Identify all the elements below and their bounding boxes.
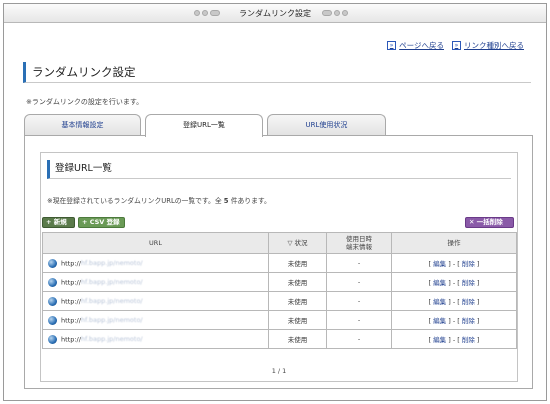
- pagination: 1 / 1: [271, 367, 287, 375]
- url-rest: hf.bapp.jp/nemoto/: [80, 259, 143, 267]
- url-cell: http://hf.bapp.jp/nemoto/: [42, 253, 269, 273]
- url-rest: hf.bapp.jp/nemoto/: [80, 297, 143, 305]
- section-description: ※現在登録されているランダムリンクURLの一覧です。全 5 件あります。: [47, 195, 271, 205]
- url-prefix: http://: [61, 278, 81, 286]
- url-cell: http://hf.bapp.jp/nemoto/: [42, 291, 269, 311]
- used-cell: -: [326, 329, 392, 349]
- double-arrow-icon: »: [452, 41, 461, 50]
- page-description: ※ランダムリンクの設定を行います。: [26, 98, 144, 106]
- tab-panel: 登録URL一覧 ※現在登録されているランダムリンクURLの一覧です。全 5 件あ…: [24, 135, 533, 389]
- url-cell: http://hf.bapp.jp/nemoto/: [42, 310, 269, 330]
- page-title: ランダムリンク設定: [23, 62, 531, 83]
- edit-link[interactable]: 編集: [433, 279, 446, 287]
- table-row: http://hf.bapp.jp/nemoto/未使用 -[ 編集 ] - [ …: [42, 291, 517, 311]
- ops-cell: [ 編集 ] - [ 削除 ]: [391, 291, 517, 311]
- csv-register-button[interactable]: + CSV 登録: [78, 217, 125, 228]
- delete-all-button[interactable]: ✕ 一括削除: [465, 217, 514, 228]
- tab-basic-settings[interactable]: 基本情報設定: [24, 114, 141, 136]
- globe-icon: [48, 258, 57, 268]
- delete-link[interactable]: 削除: [462, 317, 475, 325]
- delete-link[interactable]: 削除: [462, 298, 475, 306]
- top-links: » ページへ戻る » リンク種別へ戻る: [387, 40, 524, 51]
- delete-link[interactable]: 削除: [462, 260, 475, 268]
- status-cell: 未使用: [268, 310, 327, 330]
- url-prefix: http://: [61, 335, 81, 343]
- table-row: http://hf.bapp.jp/nemoto/未使用 -[ 編集 ] - [ …: [42, 253, 517, 273]
- used-cell: -: [326, 253, 392, 273]
- dot-icon: [322, 10, 332, 16]
- back-to-page-label: ページへ戻る: [399, 41, 444, 50]
- ops-cell: [ 編集 ] - [ 削除 ]: [391, 253, 517, 273]
- url-count: 5: [223, 197, 229, 205]
- header-status-sort[interactable]: ▽ 状況: [268, 232, 327, 254]
- status-cell: 未使用: [268, 329, 327, 349]
- header-used-line1: 使用日時: [346, 235, 372, 243]
- window: ランダムリンク設定 » ページへ戻る » リンク種別へ戻る ランダムリンク設定 …: [3, 3, 547, 401]
- globe-icon: [48, 296, 57, 306]
- used-cell: -: [326, 310, 392, 330]
- status-cell: 未使用: [268, 272, 327, 292]
- url-list-section: 登録URL一覧 ※現在登録されているランダムリンクURLの一覧です。全 5 件あ…: [40, 152, 518, 382]
- globe-icon: [48, 315, 57, 325]
- section-title: 登録URL一覧: [47, 160, 511, 179]
- header-used-line2: 端末情報: [346, 243, 372, 251]
- tab-registered-urls[interactable]: 登録URL一覧: [145, 114, 263, 137]
- window-controls-right: [322, 10, 348, 16]
- window-title: ランダムリンク設定: [239, 9, 311, 18]
- edit-link[interactable]: 編集: [433, 260, 446, 268]
- double-arrow-icon: »: [387, 41, 397, 50]
- edit-link[interactable]: 編集: [433, 317, 446, 325]
- section-description-prefix: ※現在登録されているランダムリンクURLの一覧です。全: [47, 197, 222, 205]
- status-cell: 未使用: [268, 291, 327, 311]
- url-rest: hf.bapp.jp/nemoto/: [80, 278, 143, 286]
- status-cell: 未使用: [268, 253, 327, 273]
- delete-link[interactable]: 削除: [462, 336, 475, 344]
- title-bar: ランダムリンク設定: [4, 4, 546, 23]
- url-prefix: http://: [61, 316, 81, 324]
- header-url: URL: [42, 232, 269, 254]
- table-row: http://hf.bapp.jp/nemoto/未使用 -[ 編集 ] - [ …: [42, 272, 517, 292]
- back-to-link-types-label: リンク種別へ戻る: [464, 41, 524, 50]
- back-to-link-types-link[interactable]: » リンク種別へ戻る: [452, 40, 524, 51]
- ops-cell: [ 編集 ] - [ 削除 ]: [391, 329, 517, 349]
- url-prefix: http://: [61, 259, 81, 267]
- table-header-row: URL ▽ 状況 使用日時 端末情報 操作: [42, 232, 517, 254]
- used-cell: -: [326, 272, 392, 292]
- header-ops: 操作: [391, 232, 517, 254]
- table-row: http://hf.bapp.jp/nemoto/未使用 -[ 編集 ] - [ …: [42, 310, 517, 330]
- table-row: http://hf.bapp.jp/nemoto/未使用 -[ 編集 ] - [ …: [42, 329, 517, 349]
- edit-link[interactable]: 編集: [433, 298, 446, 306]
- section-description-suffix: 件あります。: [230, 197, 271, 205]
- ops-cell: [ 編集 ] - [ 削除 ]: [391, 310, 517, 330]
- tab-url-usage[interactable]: URL使用状況: [267, 114, 386, 136]
- edit-link[interactable]: 編集: [433, 336, 446, 344]
- globe-icon: [48, 277, 57, 287]
- dot-icon: [334, 10, 340, 16]
- used-cell: -: [326, 291, 392, 311]
- delete-link[interactable]: 削除: [462, 279, 475, 287]
- globe-icon: [48, 334, 57, 344]
- ops-cell: [ 編集 ] - [ 削除 ]: [391, 272, 517, 292]
- url-rest: hf.bapp.jp/nemoto/: [80, 316, 143, 324]
- url-table: URL ▽ 状況 使用日時 端末情報 操作 http://hf.bapp.jp/…: [42, 232, 517, 349]
- url-prefix: http://: [61, 297, 81, 305]
- dot-icon: [342, 10, 348, 16]
- url-cell: http://hf.bapp.jp/nemoto/: [42, 272, 269, 292]
- back-to-page-link[interactable]: » ページへ戻る: [387, 40, 444, 51]
- header-used: 使用日時 端末情報: [326, 232, 392, 254]
- url-rest: hf.bapp.jp/nemoto/: [80, 335, 143, 343]
- url-cell: http://hf.bapp.jp/nemoto/: [42, 329, 269, 349]
- new-button[interactable]: + 新規: [42, 217, 75, 228]
